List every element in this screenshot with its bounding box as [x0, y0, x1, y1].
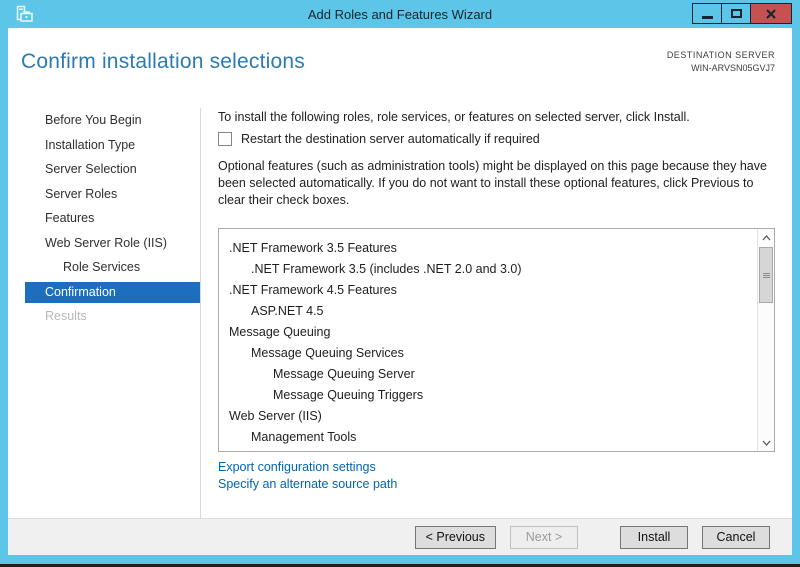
cancel-button[interactable]: Cancel: [702, 526, 770, 549]
window-controls: [692, 3, 792, 24]
list-item: ASP.NET 4.5: [219, 301, 757, 322]
window-title: Add Roles and Features Wizard: [0, 0, 800, 28]
sidebar-item-role-services[interactable]: Role Services: [8, 255, 200, 280]
page-title: Confirm installation selections: [21, 50, 305, 74]
list-item: .NET Framework 3.5 Features: [219, 238, 757, 259]
action-links: Export configuration settings Specify an…: [218, 459, 397, 493]
list-item: Message Queuing Services: [219, 343, 757, 364]
close-icon: [766, 9, 776, 19]
previous-button[interactable]: < Previous: [415, 526, 496, 549]
sidebar-item-features[interactable]: Features: [8, 206, 200, 231]
restart-checkbox-row[interactable]: Restart the destination server automatic…: [218, 132, 540, 146]
list-item: .NET Framework 3.5 (includes .NET 2.0 an…: [219, 259, 757, 280]
wizard-steps-sidebar: Before You Begin Installation Type Serve…: [8, 108, 201, 518]
chevron-up-icon: [762, 235, 771, 241]
sidebar-item-results: Results: [8, 304, 200, 329]
scroll-down-button[interactable]: [758, 434, 774, 451]
destination-server-block: DESTINATION SERVER WIN-ARVSN05GVJ7: [667, 50, 775, 73]
sidebar-item-server-selection[interactable]: Server Selection: [8, 157, 200, 182]
wizard-body: Confirm installation selections DESTINAT…: [8, 28, 792, 518]
maximize-icon: [731, 9, 742, 18]
minimize-button[interactable]: [692, 3, 722, 24]
wizard-footer: < Previous Next > Install Cancel: [8, 518, 792, 555]
scroll-up-button[interactable]: [758, 229, 774, 246]
sidebar-item-installation-type[interactable]: Installation Type: [8, 133, 200, 158]
list-item: Management Tools: [219, 427, 757, 448]
titlebar: Add Roles and Features Wizard: [0, 0, 800, 28]
list-scrollbar[interactable]: [757, 229, 774, 451]
sidebar-item-web-server-role-iis[interactable]: Web Server Role (IIS): [8, 231, 200, 256]
restart-checkbox[interactable]: [218, 132, 232, 146]
list-item: IIS Management Console: [219, 448, 757, 451]
destination-server-name: WIN-ARVSN05GVJ7: [667, 63, 775, 73]
selected-features-list-content: .NET Framework 3.5 Features .NET Framewo…: [219, 229, 757, 451]
install-button[interactable]: Install: [620, 526, 688, 549]
scrollbar-thumb[interactable]: [759, 247, 773, 303]
sidebar-item-confirmation[interactable]: Confirmation: [25, 282, 200, 303]
list-item: Message Queuing: [219, 322, 757, 343]
list-item: .NET Framework 4.5 Features: [219, 280, 757, 301]
intro-text: To install the following roles, role ser…: [218, 110, 775, 124]
minimize-icon: [702, 16, 713, 19]
list-item: Message Queuing Server: [219, 364, 757, 385]
list-item: Web Server (IIS): [219, 406, 757, 427]
scrollbar-grip-icon: [763, 273, 770, 278]
selected-features-list[interactable]: .NET Framework 3.5 Features .NET Framewo…: [218, 228, 775, 452]
maximize-button[interactable]: [721, 3, 751, 24]
export-configuration-link[interactable]: Export configuration settings: [218, 459, 397, 476]
close-button[interactable]: [750, 3, 792, 24]
sidebar-item-server-roles[interactable]: Server Roles: [8, 182, 200, 207]
chevron-down-icon: [762, 440, 771, 446]
destination-server-label: DESTINATION SERVER: [667, 50, 775, 60]
list-item: Message Queuing Triggers: [219, 385, 757, 406]
next-button: Next >: [510, 526, 578, 549]
sidebar-item-before-you-begin[interactable]: Before You Begin: [8, 108, 200, 133]
restart-checkbox-label: Restart the destination server automatic…: [241, 132, 540, 146]
optional-features-note: Optional features (such as administratio…: [218, 158, 775, 209]
wizard-window: Add Roles and Features Wizard Confirm in…: [0, 0, 800, 567]
alternate-source-path-link[interactable]: Specify an alternate source path: [218, 476, 397, 493]
